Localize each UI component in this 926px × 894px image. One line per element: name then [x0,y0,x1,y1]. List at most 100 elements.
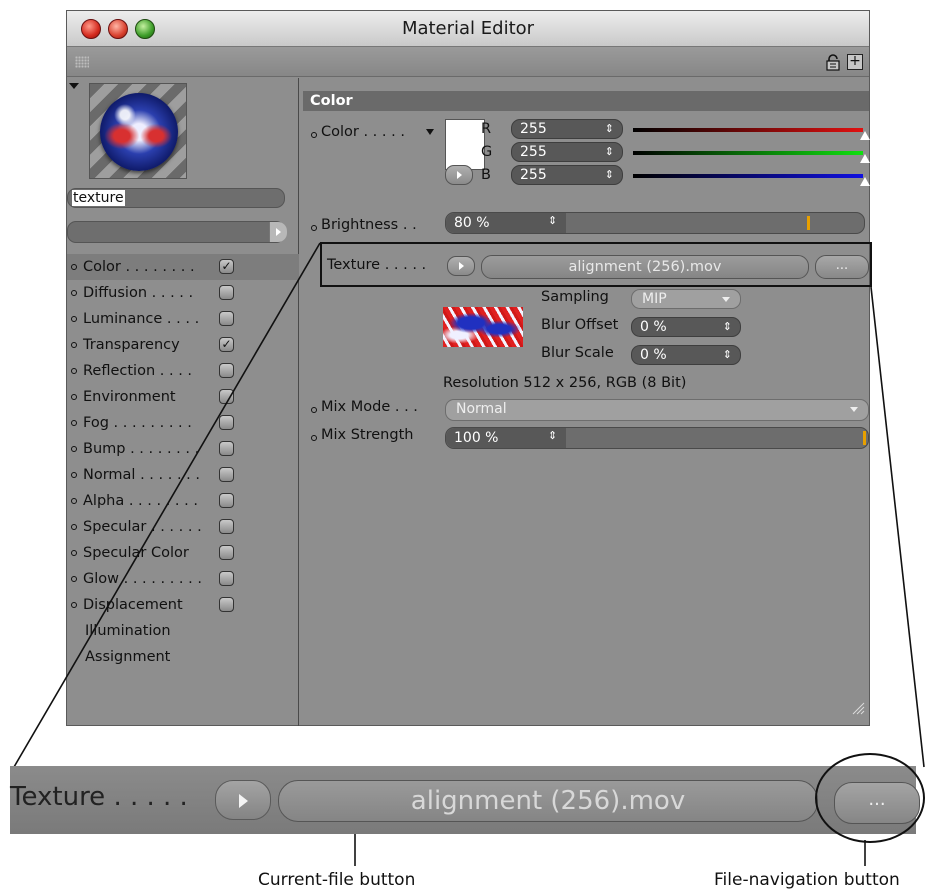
spin-icon[interactable]: ⇕ [605,120,614,138]
channel-slider[interactable] [633,128,863,132]
spin-icon[interactable]: ⇕ [605,143,614,161]
channel-item[interactable]: Specular Color [67,540,299,566]
mix-mode-anim-dot[interactable] [311,407,317,413]
channel-label: Transparency [83,337,180,353]
channel-value-field[interactable]: 255 ⇕ [511,165,623,185]
channel-anim-dot[interactable] [71,420,77,426]
brightness-anim-dot[interactable] [311,225,317,231]
channel-checkbox[interactable] [219,363,234,378]
spin-icon[interactable]: ⇕ [548,214,557,227]
zoom-play-button[interactable] [215,780,271,820]
channel-anim-dot[interactable] [71,446,77,452]
channel-checkbox[interactable] [219,311,234,326]
material-preview[interactable] [89,83,187,179]
channel-checkbox[interactable] [219,493,234,508]
caption-current-file: Current-file button [258,870,416,890]
channel-item[interactable]: Normal . . . . . . . [67,462,299,488]
plus-box-icon[interactable]: + [847,54,863,70]
zoom-current-file-button[interactable]: alignment (256).mov [278,780,818,822]
channel-letter: R [481,121,492,137]
texture-thumbnail[interactable] [443,307,523,347]
channel-item[interactable]: Diffusion . . . . . [67,280,299,306]
channel-item[interactable]: Transparency ✓ [67,332,299,358]
resize-grip-icon[interactable] [849,699,865,715]
channel-slider[interactable] [633,151,863,155]
color-anim-dot[interactable] [311,132,317,138]
channel-checkbox[interactable] [219,519,234,534]
grip-icon[interactable] [75,56,89,68]
channel-anim-dot[interactable] [71,550,77,556]
channel-checkbox[interactable] [219,597,234,612]
title-bar[interactable]: Material Editor [67,11,869,47]
channel-anim-dot[interactable] [71,342,77,348]
channel-slider[interactable] [633,174,863,178]
channel-anim-dot[interactable] [71,498,77,504]
material-name-field[interactable]: texture [67,188,285,208]
spin-icon[interactable]: ⇕ [605,166,614,184]
blur-scale-label: Blur Scale [541,345,614,361]
channel-item[interactable]: Glow . . . . . . . . . [67,566,299,592]
slider-knob[interactable] [860,154,870,163]
channel-anim-dot[interactable] [71,524,77,530]
channel-anim-dot[interactable] [71,290,77,296]
blur-offset-field[interactable]: 0 % ⇕ [631,317,741,337]
material-path-field[interactable] [67,221,285,243]
mix-strength-slider-marker[interactable] [863,431,866,445]
mix-strength-value: 100 % [454,430,499,446]
channel-item[interactable]: Assignment [67,644,299,670]
mix-strength-anim-dot[interactable] [311,435,317,441]
channel-item[interactable]: Bump . . . . . . . . [67,436,299,462]
lock-icon[interactable] [825,54,841,71]
channel-anim-dot[interactable] [71,472,77,478]
channel-item[interactable]: Color . . . . . . . . ✓ [67,254,299,280]
channel-value-field[interactable]: 255 ⇕ [511,142,623,162]
mix-strength-slider[interactable]: 100 % ⇕ [445,427,869,449]
channel-item[interactable]: Illumination [67,618,299,644]
mix-mode-dropdown[interactable]: Normal [445,399,869,421]
channel-item[interactable]: Specular . . . . . . [67,514,299,540]
brightness-slider[interactable]: 80 % ⇕ [445,212,865,234]
channel-item[interactable]: Fog . . . . . . . . . [67,410,299,436]
blur-scale-field[interactable]: 0 % ⇕ [631,345,741,365]
channel-item[interactable]: Luminance . . . . [67,306,299,332]
spin-icon[interactable]: ⇕ [548,429,557,442]
slider-knob[interactable] [860,177,870,186]
path-arrow-button[interactable] [269,222,287,242]
file-navigation-button[interactable]: ... [815,255,869,279]
sampling-dropdown[interactable]: MIP [631,289,741,309]
channel-checkbox[interactable] [219,571,234,586]
brightness-number[interactable]: 80 % ⇕ [446,213,566,233]
channel-label: Normal . . . . . . . [83,467,200,483]
channel-checkbox[interactable]: ✓ [219,259,234,274]
channel-anim-dot[interactable] [71,576,77,582]
brightness-slider-marker[interactable] [807,216,810,230]
channel-checkbox[interactable] [219,389,234,404]
preview-collapse-icon[interactable] [69,83,79,89]
mix-strength-number[interactable]: 100 % ⇕ [446,428,566,448]
channel-anim-dot[interactable] [71,394,77,400]
chevron-down-icon[interactable] [426,129,434,135]
color-play-button[interactable] [445,165,473,185]
channel-item[interactable]: Alpha . . . . . . . . [67,488,299,514]
channel-anim-dot[interactable] [71,368,77,374]
channel-checkbox[interactable] [219,441,234,456]
resolution-text: Resolution 512 x 256, RGB (8 Bit) [443,375,687,391]
channel-checkbox[interactable]: ✓ [219,337,234,352]
channel-checkbox[interactable] [219,415,234,430]
slider-knob[interactable] [860,131,870,140]
channel-item[interactable]: Environment [67,384,299,410]
channel-item[interactable]: Displacement [67,592,299,618]
channel-checkbox[interactable] [219,545,234,560]
current-file-button[interactable]: alignment (256).mov [481,255,809,279]
channel-checkbox[interactable] [219,285,234,300]
channel-value-field[interactable]: 255 ⇕ [511,119,623,139]
channel-item[interactable]: Reflection . . . . [67,358,299,384]
channel-checkbox[interactable] [219,467,234,482]
channel-anim-dot[interactable] [71,316,77,322]
spin-icon[interactable]: ⇕ [723,318,732,336]
texture-play-button[interactable] [447,256,475,276]
channel-anim-dot[interactable] [71,602,77,608]
spin-icon[interactable]: ⇕ [723,346,732,364]
channel-anim-dot[interactable] [71,264,77,270]
color-swatch[interactable] [445,119,485,170]
